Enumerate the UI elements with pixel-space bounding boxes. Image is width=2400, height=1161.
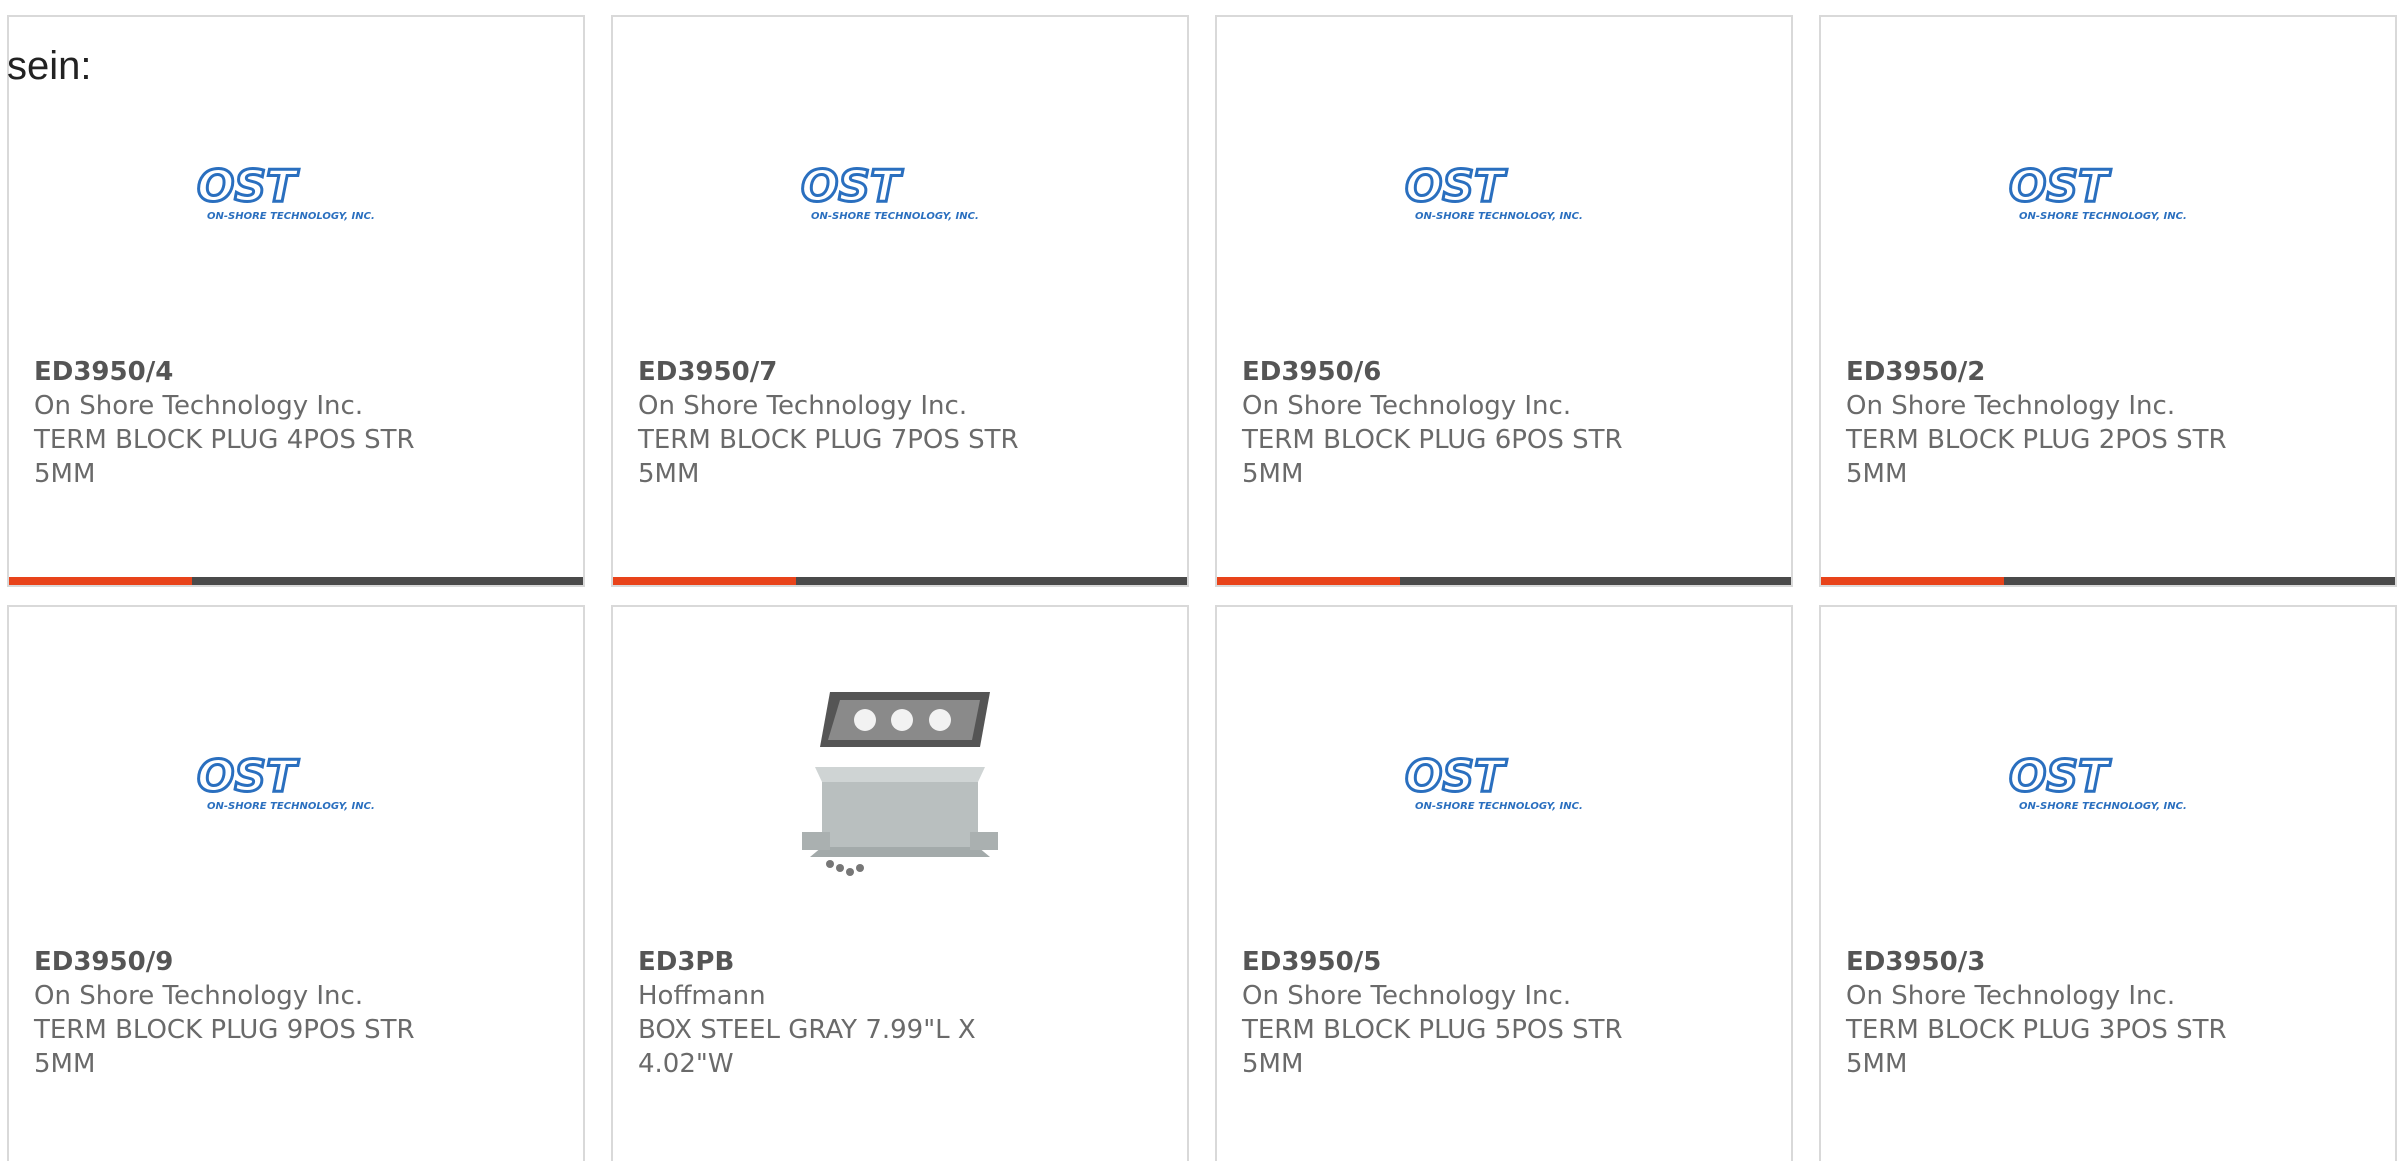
ost-logo-image: OST ON-SHORE TECHNOLOGY, INC. (9, 667, 583, 897)
svg-text:ON-SHORE TECHNOLOGY, INC.: ON-SHORE TECHNOLOGY, INC. (207, 801, 375, 812)
part-number[interactable]: ED3950/7 (638, 355, 1162, 389)
svg-text:OST: OST (197, 161, 299, 212)
card-bottom-bar (613, 577, 1187, 585)
part-number[interactable]: ED3950/2 (1846, 355, 2370, 389)
svg-text:ON-SHORE TECHNOLOGY, INC.: ON-SHORE TECHNOLOGY, INC. (2019, 801, 2187, 812)
card-bottom-bar (1217, 577, 1791, 585)
part-number[interactable]: ED3950/9 (34, 945, 558, 979)
svg-text:ON-SHORE TECHNOLOGY, INC.: ON-SHORE TECHNOLOGY, INC. (1415, 801, 1583, 812)
ost-logo-image: OST ON-SHORE TECHNOLOGY, INC. (1217, 77, 1791, 307)
svg-text:OST: OST (801, 161, 903, 212)
svg-text:OST: OST (2009, 161, 2111, 212)
card-bar-accent (9, 577, 192, 585)
product-card[interactable]: OST ON-SHORE TECHNOLOGY, INC. ED3950/2 O… (1819, 15, 2397, 587)
manufacturer: On Shore Technology Inc. (1242, 391, 1572, 421)
product-grid-page: sein: OST ON-SHORE TECHNOLOGY, INC. ED39… (0, 0, 2400, 1161)
description: TERM BLOCK PLUG 9POS STR 5MM (34, 1015, 415, 1079)
manufacturer: On Shore Technology Inc. (1846, 981, 2176, 1011)
ost-logo-image: OST ON-SHORE TECHNOLOGY, INC. (1821, 77, 2395, 307)
part-number[interactable]: ED3950/5 (1242, 945, 1766, 979)
svg-text:OST: OST (2009, 751, 2111, 802)
description: TERM BLOCK PLUG 6POS STR 5MM (1242, 425, 1623, 489)
part-number[interactable]: ED3950/6 (1242, 355, 1766, 389)
svg-text:ON-SHORE TECHNOLOGY, INC.: ON-SHORE TECHNOLOGY, INC. (1415, 211, 1583, 222)
card-bar-accent (1217, 577, 1400, 585)
description: TERM BLOCK PLUG 2POS STR 5MM (1846, 425, 2227, 489)
product-card[interactable]: OST ON-SHORE TECHNOLOGY, INC. ED3950/9 O… (7, 605, 585, 1161)
product-card[interactable]: ED3PB Hoffmann BOX STEEL GRAY 7.99"L X 4… (611, 605, 1189, 1161)
description: TERM BLOCK PLUG 4POS STR 5MM (34, 425, 415, 489)
manufacturer: On Shore Technology Inc. (34, 391, 364, 421)
ost-logo-image: OST ON-SHORE TECHNOLOGY, INC. (1821, 667, 2395, 897)
product-card[interactable]: OST ON-SHORE TECHNOLOGY, INC. ED3950/7 O… (611, 15, 1189, 587)
description: BOX STEEL GRAY 7.99"L X 4.02"W (638, 1015, 976, 1079)
card-bar-accent (1821, 577, 2004, 585)
manufacturer: On Shore Technology Inc. (1242, 981, 1572, 1011)
card-bar-accent (613, 577, 796, 585)
description: TERM BLOCK PLUG 7POS STR 5MM (638, 425, 1019, 489)
manufacturer: Hoffmann (638, 981, 766, 1011)
ost-logo-image: OST ON-SHORE TECHNOLOGY, INC. (1217, 667, 1791, 897)
part-number[interactable]: ED3950/3 (1846, 945, 2370, 979)
steel-box-image (613, 667, 1187, 897)
svg-text:OST: OST (1405, 751, 1507, 802)
card-bottom-bar (9, 577, 583, 585)
card-bottom-bar (1821, 577, 2395, 585)
product-card[interactable]: OST ON-SHORE TECHNOLOGY, INC. ED3950/5 O… (1215, 605, 1793, 1161)
svg-text:ON-SHORE TECHNOLOGY, INC.: ON-SHORE TECHNOLOGY, INC. (811, 211, 979, 222)
product-card[interactable]: OST ON-SHORE TECHNOLOGY, INC. ED3950/4 O… (7, 15, 585, 587)
svg-text:OST: OST (1405, 161, 1507, 212)
svg-text:ON-SHORE TECHNOLOGY, INC.: ON-SHORE TECHNOLOGY, INC. (207, 211, 375, 222)
intro-text: sein: (7, 44, 92, 88)
ost-logo-image: OST ON-SHORE TECHNOLOGY, INC. (613, 77, 1187, 307)
description: TERM BLOCK PLUG 3POS STR 5MM (1846, 1015, 2227, 1079)
svg-text:ON-SHORE TECHNOLOGY, INC.: ON-SHORE TECHNOLOGY, INC. (2019, 211, 2187, 222)
manufacturer: On Shore Technology Inc. (1846, 391, 2176, 421)
part-number[interactable]: ED3PB (638, 945, 1162, 979)
manufacturer: On Shore Technology Inc. (34, 981, 364, 1011)
product-card[interactable]: OST ON-SHORE TECHNOLOGY, INC. ED3950/3 O… (1819, 605, 2397, 1161)
ost-logo-image: OST ON-SHORE TECHNOLOGY, INC. (9, 77, 583, 307)
product-card[interactable]: OST ON-SHORE TECHNOLOGY, INC. ED3950/6 O… (1215, 15, 1793, 587)
description: TERM BLOCK PLUG 5POS STR 5MM (1242, 1015, 1623, 1079)
part-number[interactable]: ED3950/4 (34, 355, 558, 389)
manufacturer: On Shore Technology Inc. (638, 391, 968, 421)
svg-text:OST: OST (197, 751, 299, 802)
